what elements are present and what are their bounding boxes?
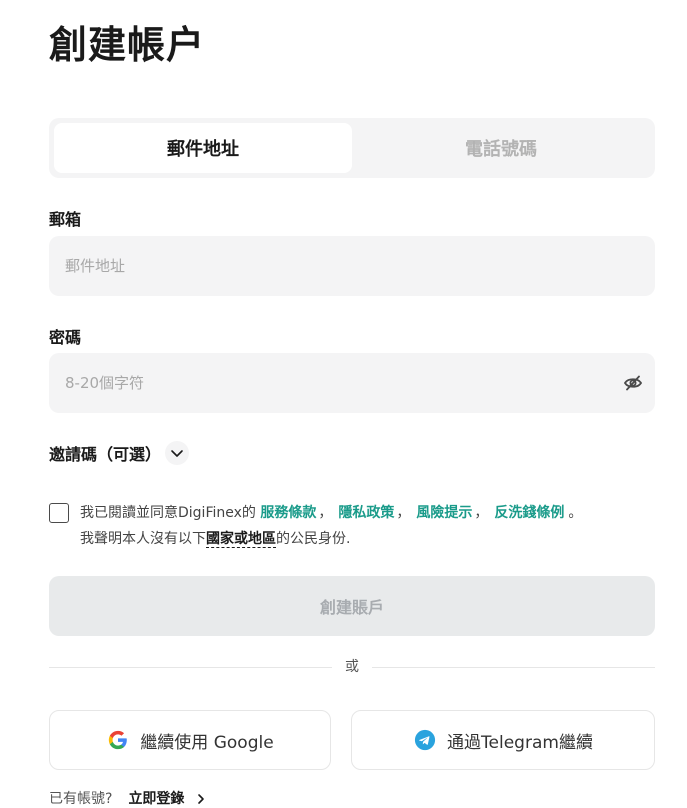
- password-input[interactable]: [49, 353, 655, 413]
- email-input[interactable]: [49, 236, 655, 296]
- password-label: 密碼: [49, 328, 82, 347]
- page-title: 創建帳户: [49, 23, 206, 67]
- google-button-label: 繼續使用 Google: [140, 732, 274, 753]
- password-field-container: [49, 353, 655, 413]
- agreement-prefix: 我已閱讀並同意DigiFinex的: [80, 505, 256, 521]
- chevron-right-icon[interactable]: [196, 793, 206, 805]
- divider-text: 或: [345, 659, 359, 675]
- separator: ，: [318, 505, 333, 521]
- agreement-suffix: 。: [568, 505, 583, 521]
- login-prompt: 已有帳號? 立即登錄: [49, 789, 206, 808]
- create-account-button[interactable]: 創建賬戶: [49, 576, 655, 636]
- privacy-policy-link[interactable]: 隱私政策: [338, 505, 394, 521]
- continue-with-telegram-button[interactable]: 通過Telegram繼續: [351, 710, 655, 770]
- invite-code-label: 邀請碼（可選）: [49, 445, 162, 464]
- citizenship-declaration-suffix: 的公民身份.: [276, 531, 351, 547]
- google-icon: [106, 728, 130, 752]
- invite-code-toggle[interactable]: 邀請碼（可選）: [49, 441, 190, 465]
- risk-disclosure-link[interactable]: 風險提示: [416, 505, 472, 521]
- divider-line: [49, 667, 332, 668]
- tab-phone[interactable]: 電話號碼: [352, 123, 650, 173]
- eye-off-icon[interactable]: [623, 373, 643, 393]
- chevron-down-icon[interactable]: [165, 441, 190, 465]
- divider-line: [372, 667, 655, 668]
- aml-policy-link[interactable]: 反洗錢條例: [494, 505, 564, 521]
- separator: ，: [396, 505, 411, 521]
- telegram-icon: [413, 728, 437, 752]
- agreement-checkbox[interactable]: [49, 503, 69, 523]
- tab-email[interactable]: 郵件地址: [54, 123, 352, 173]
- telegram-button-label: 通過Telegram繼續: [447, 732, 593, 753]
- agreement-text: 我已閱讀並同意DigiFinex的 服務條款，隱私政策，風險提示，反洗錢條例。 …: [80, 500, 655, 552]
- citizenship-declaration-prefix: 我聲明本人沒有以下: [80, 531, 206, 547]
- signup-method-tabs: 郵件地址 電話號碼: [49, 118, 655, 178]
- login-question: 已有帳號?: [49, 791, 113, 807]
- login-link[interactable]: 立即登錄: [128, 789, 184, 808]
- restricted-regions-link[interactable]: 國家或地區: [206, 531, 276, 548]
- continue-with-google-button[interactable]: 繼續使用 Google: [49, 710, 331, 770]
- agreement-line-1: 我已閱讀並同意DigiFinex的 服務條款，隱私政策，風險提示，反洗錢條例。: [80, 500, 655, 526]
- agreement-line-2: 我聲明本人沒有以下國家或地區的公民身份.: [80, 526, 655, 552]
- email-field-container: [49, 236, 655, 296]
- terms-of-service-link[interactable]: 服務條款: [260, 505, 316, 521]
- email-label: 郵箱: [49, 210, 82, 229]
- separator: ，: [474, 505, 489, 521]
